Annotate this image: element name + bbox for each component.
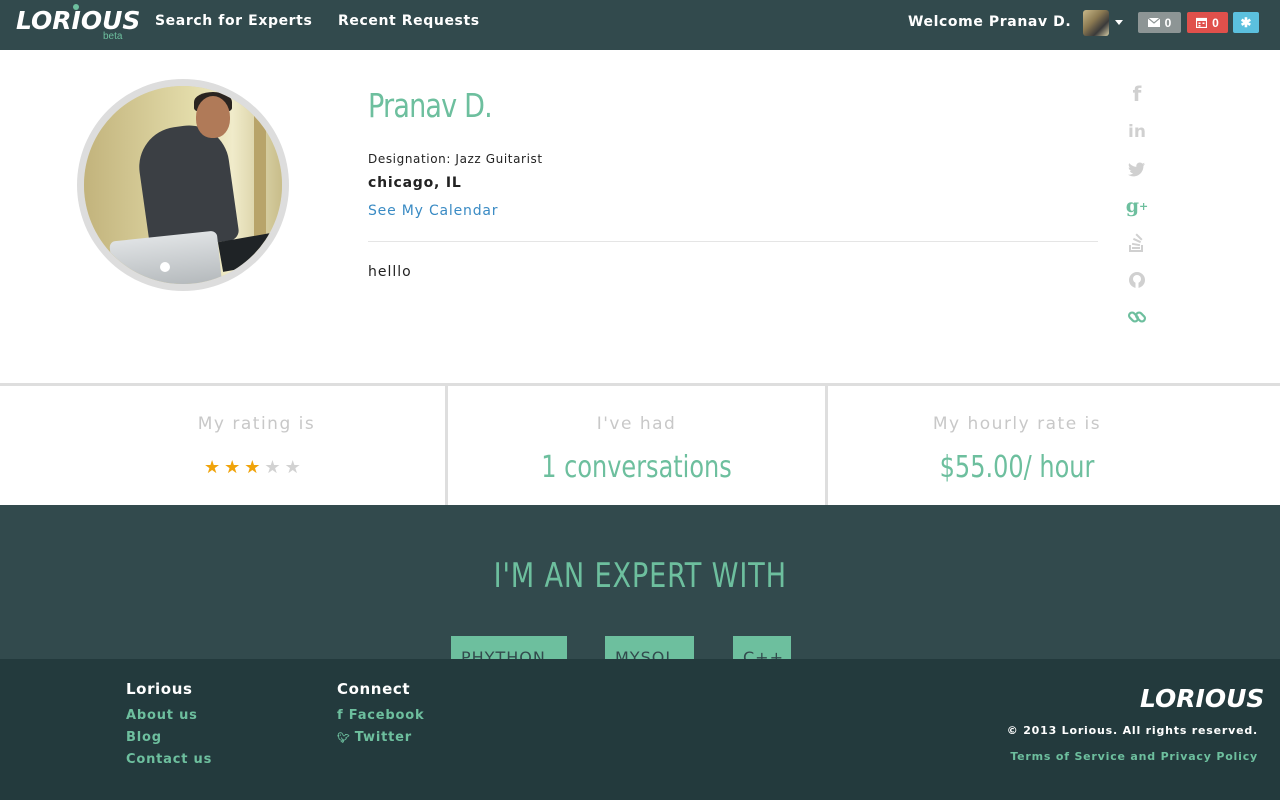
contact-us-link[interactable]: Contact us [126, 752, 212, 767]
asterisk-icon: ✱ [1240, 14, 1252, 30]
profile-location: chicago, IL [368, 175, 462, 191]
calendar-icon [1196, 17, 1208, 28]
linkedin-icon[interactable]: in [1124, 119, 1150, 145]
stats-section [0, 383, 1280, 505]
stat-divider [445, 386, 448, 505]
star-icon: ★ [244, 457, 261, 478]
nav-search-experts[interactable]: Search for Experts [155, 13, 312, 29]
calendar-count: 0 [1212, 15, 1219, 30]
twitter-icon[interactable] [1124, 156, 1150, 182]
envelope-icon [1147, 18, 1160, 27]
stat-divider [825, 386, 828, 505]
footer-lorious-heading: Lorious [126, 680, 193, 698]
google-plus-icon[interactable]: g + [1124, 193, 1150, 219]
profile-photo [84, 86, 282, 284]
user-avatar[interactable] [1083, 10, 1109, 36]
blog-link[interactable]: Blog [126, 730, 162, 745]
chevron-down-icon[interactable] [1115, 20, 1123, 25]
beta-label: beta [103, 31, 123, 42]
profile-bio: helllo [368, 264, 412, 280]
github-icon[interactable] [1124, 267, 1150, 293]
about-us-link[interactable]: About us [126, 708, 198, 723]
facebook-icon: f [337, 708, 349, 723]
facebook-link[interactable]: f Facebook [337, 708, 424, 723]
messages-count: 0 [1164, 15, 1172, 30]
star-icon: ★ [224, 457, 241, 478]
star-icon: ★ [264, 457, 281, 478]
nav-recent-requests[interactable]: Recent Requests [338, 13, 480, 29]
expertise-title: I'M AN EXPERT WITH [493, 556, 787, 596]
copyright: © 2013 Lorious. All rights reserved. [1006, 724, 1258, 737]
see-calendar-link[interactable]: See My Calendar [368, 203, 498, 219]
hourly-rate-label: My hourly rate is [932, 414, 1102, 434]
settings-button[interactable]: ✱ [1233, 12, 1259, 33]
divider [368, 241, 1098, 242]
footer-connect-heading: Connect [337, 680, 411, 698]
stackoverflow-icon[interactable] [1124, 230, 1150, 256]
star-icon: ★ [284, 457, 301, 478]
calendar-button[interactable]: 0 [1187, 12, 1228, 33]
link-icon[interactable] [1124, 304, 1150, 330]
conversations-label: I've had [596, 414, 677, 434]
rating-stars: ★ ★ ★ ★ ★ [204, 458, 301, 478]
twitter-link[interactable]: 🐦︎ Twitter [337, 730, 412, 745]
profile-name: Pranav D. [368, 86, 493, 125]
conversations-value: 1 conversations [541, 450, 732, 485]
footer-logo: LORIOUS [1140, 684, 1265, 713]
twitter-icon: 🐦︎ [337, 733, 355, 744]
welcome-text: Welcome Pranav D. [908, 14, 1072, 30]
profile-designation: Designation: Jazz Guitarist [368, 152, 543, 166]
star-icon: ★ [204, 457, 221, 478]
messages-button[interactable]: 0 [1138, 12, 1181, 33]
hourly-rate-value: $55.00/ hour [939, 450, 1095, 485]
terms-link[interactable]: Terms of Service and Privacy Policy [1010, 750, 1258, 763]
rating-label: My rating is [197, 414, 316, 434]
facebook-icon[interactable]: f [1124, 81, 1150, 107]
